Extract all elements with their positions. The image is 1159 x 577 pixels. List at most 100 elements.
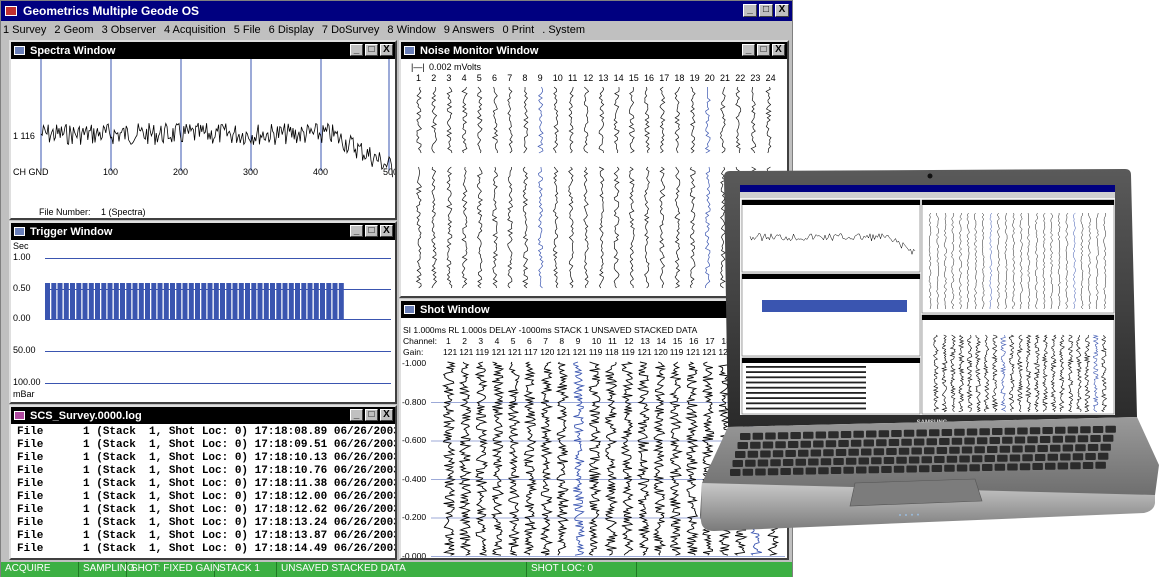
noise-trace [552, 166, 559, 289]
keyboard-key [901, 438, 912, 446]
shot-trace [490, 361, 505, 556]
log-close-button[interactable]: X [380, 409, 393, 421]
trigger-bar [145, 283, 150, 319]
trigger-bar [51, 283, 57, 319]
shot-trace [620, 361, 634, 556]
keyboard-key [1034, 454, 1046, 461]
trigger-bar [257, 283, 263, 319]
spectra-x-tick: 400 [313, 167, 329, 177]
keyboard-key [838, 440, 849, 447]
log-line: File 1 (Stack 1, Shot Loc: 0) 17:18:12.6… [17, 504, 395, 516]
keyboard-key [1082, 462, 1094, 469]
keyboard-key [1022, 454, 1033, 462]
log-line: File 1 (Stack 1, Shot Loc: 0) 17:18:09.5… [17, 439, 395, 451]
keyboard-key [893, 465, 905, 473]
keyboard-key [969, 464, 980, 472]
log-minimize-button[interactable]: _ [350, 409, 363, 421]
spectra-close-button[interactable]: X [380, 44, 393, 56]
keyboard-key [752, 432, 764, 440]
menu-item[interactable]: 2 Geom [54, 24, 93, 36]
spectra-titlebar[interactable]: Spectra Window _ □ X [11, 42, 395, 59]
log-maximize-button[interactable]: □ [365, 409, 378, 421]
keyboard-key [765, 432, 776, 440]
spectra-minimize-button[interactable]: _ [350, 44, 363, 56]
keyboard-key [936, 447, 948, 454]
keyboard-key [825, 440, 837, 448]
noise-trace [431, 166, 438, 289]
shot-trace [507, 361, 521, 556]
noise-trace [568, 86, 574, 154]
noise-trace [765, 86, 772, 154]
trigger-bar [282, 283, 288, 319]
keyboard-key [1062, 444, 1074, 452]
keyboard-key [1045, 462, 1056, 470]
noise-maximize-button[interactable]: □ [757, 44, 770, 56]
trigger-bar [126, 283, 132, 319]
keyboard-key [858, 457, 869, 465]
keyboard-key [987, 446, 998, 453]
keyboard-key [810, 449, 822, 457]
menu-item[interactable]: 1 Survey [3, 24, 46, 36]
menu-item[interactable]: 4 Acquisition [164, 24, 226, 36]
keyboard-key [921, 456, 932, 464]
keyboard-key [850, 439, 862, 447]
menu-item[interactable]: 7 DoSurvey [322, 24, 379, 36]
menu-item[interactable]: 0 Print [502, 24, 534, 36]
menu-item[interactable]: 9 Answers [444, 24, 495, 36]
maximize-button[interactable]: □ [759, 4, 773, 17]
app-titlebar[interactable]: Geometrics Multiple Geode OS _ □ X [1, 1, 792, 21]
app-icon [5, 6, 17, 16]
spectra-ch-gnd-label: CH GND [13, 167, 49, 177]
trigger-bar [151, 283, 157, 319]
trigger-bar [207, 283, 213, 319]
keyboard-key [1087, 444, 1099, 451]
webcam-icon [927, 173, 933, 179]
trigger-titlebar[interactable]: Trigger Window _ □ X [11, 223, 395, 240]
trigger-bar [170, 283, 175, 319]
spectra-window: Spectra Window _ □ X 1 116 CH GND 100 200… [9, 40, 397, 220]
keyboard-key [840, 431, 852, 438]
trigger-maximize-button[interactable]: □ [365, 225, 378, 237]
trigger-bar [163, 283, 169, 319]
keyboard-key [1092, 426, 1104, 433]
keyboard-key [1060, 453, 1071, 461]
trigger-bar [220, 283, 225, 319]
keyboard-key [1090, 435, 1101, 442]
menu-item[interactable]: 3 Observer [102, 24, 156, 36]
keyboard-key [800, 440, 811, 448]
keyboard-key [946, 455, 958, 463]
trigger-minimize-button[interactable]: _ [350, 225, 363, 237]
minimize-button[interactable]: _ [743, 4, 757, 17]
menu-item[interactable]: 5 File [234, 24, 261, 36]
keyboard-key [926, 438, 937, 446]
keyboard-key [833, 458, 844, 465]
noise-close-button[interactable]: X [772, 44, 785, 56]
noise-trace [674, 86, 680, 154]
close-button[interactable]: X [775, 4, 789, 17]
noise-minimize-button[interactable]: _ [742, 44, 755, 56]
keyboard-key [856, 466, 867, 474]
menu-item[interactable]: 6 Display [269, 24, 314, 36]
spectra-title: Spectra Window [30, 44, 116, 57]
noise-trace [644, 86, 651, 154]
shot-trace [523, 361, 538, 556]
keyboard-key [780, 468, 791, 475]
keyboard-key [830, 467, 842, 474]
keyboard-key [798, 449, 809, 457]
keyboard-key [755, 468, 766, 476]
keyboard-key [843, 466, 854, 474]
trigger-title: Trigger Window [30, 225, 113, 238]
keyboard-key [878, 430, 890, 438]
menu-item[interactable]: 8 Window [387, 24, 435, 36]
mini-log-line [746, 402, 866, 405]
log-list[interactable]: File 1 (Stack 1, Shot Loc: 0) 17:18:08.8… [11, 424, 395, 558]
trigger-close-button[interactable]: X [380, 225, 393, 237]
keyboard-key [891, 430, 902, 437]
spectra-maximize-button[interactable]: □ [365, 44, 378, 56]
log-titlebar[interactable]: SCS_Survey.0000.log _ □ X [11, 407, 395, 424]
noise-titlebar[interactable]: Noise Monitor Window _ □ X [401, 42, 787, 59]
trigger-bar [307, 283, 313, 319]
noise-trace [491, 86, 499, 153]
menu-item[interactable]: . System [542, 24, 585, 36]
trigger-bars [45, 283, 344, 319]
